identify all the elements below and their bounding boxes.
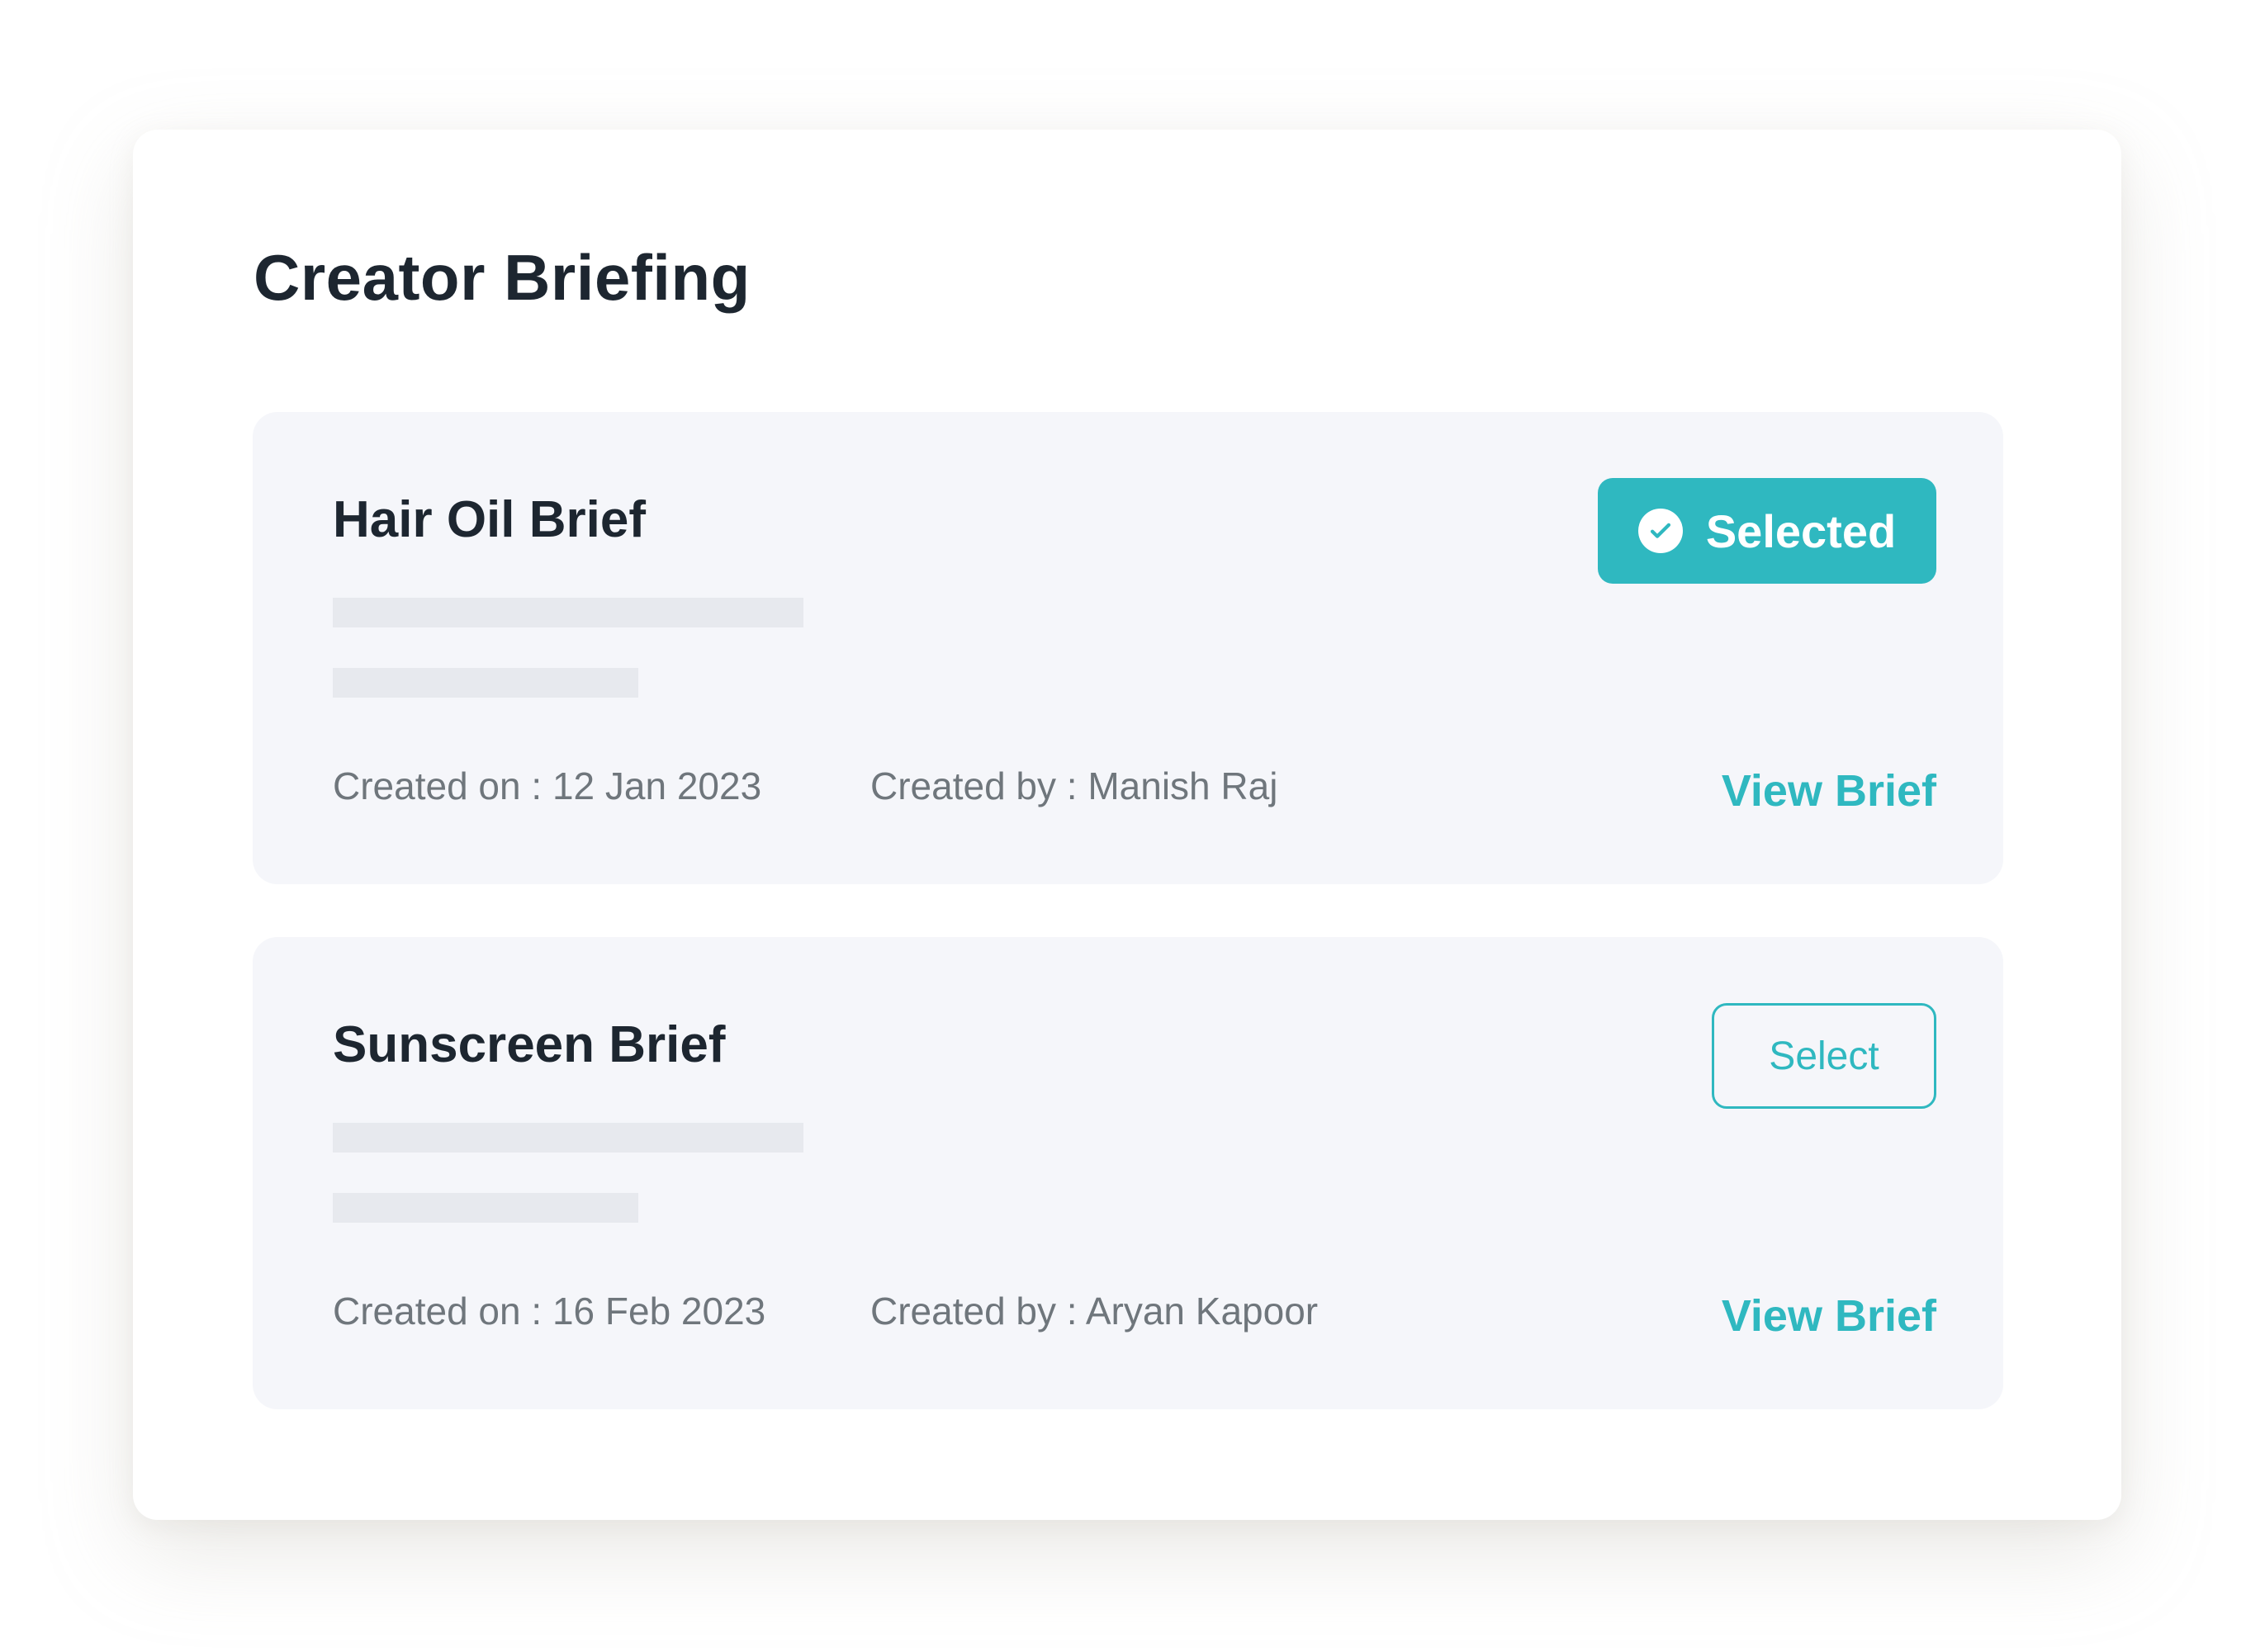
created-on-text: Created on : 16 Feb 2023	[333, 1290, 766, 1332]
created-by-text: Created by : Aryan Kapoor	[870, 1290, 1319, 1332]
select-button[interactable]: Select	[1712, 1003, 1936, 1109]
created-by-text: Created by : Manish Raj	[870, 764, 1278, 807]
page-title: Creator Briefing	[254, 241, 751, 314]
brief-card-sunscreen[interactable]: Sunscreen Brief Select Created on : 16 F…	[253, 937, 2003, 1409]
brief-title: Sunscreen Brief	[333, 1016, 726, 1073]
view-brief-link[interactable]: View Brief	[1722, 1294, 1936, 1338]
description-placeholder-line	[333, 1193, 638, 1223]
selected-button-label: Selected	[1705, 504, 1897, 557]
created-on-text: Created on : 12 Jan 2023	[333, 764, 762, 807]
description-placeholder-line	[333, 1123, 803, 1153]
description-placeholder-line	[333, 598, 803, 627]
brief-card-hair-oil[interactable]: Hair Oil Brief Selected Created on : 12 …	[253, 412, 2003, 884]
view-brief-link[interactable]: View Brief	[1722, 769, 1936, 813]
brief-title: Hair Oil Brief	[333, 491, 646, 548]
description-placeholder-line	[333, 668, 638, 698]
selected-button[interactable]: Selected	[1598, 478, 1936, 584]
creator-briefing-panel: Creator Briefing Hair Oil Brief Selected…	[133, 130, 2121, 1520]
check-circle-icon	[1637, 509, 1683, 553]
